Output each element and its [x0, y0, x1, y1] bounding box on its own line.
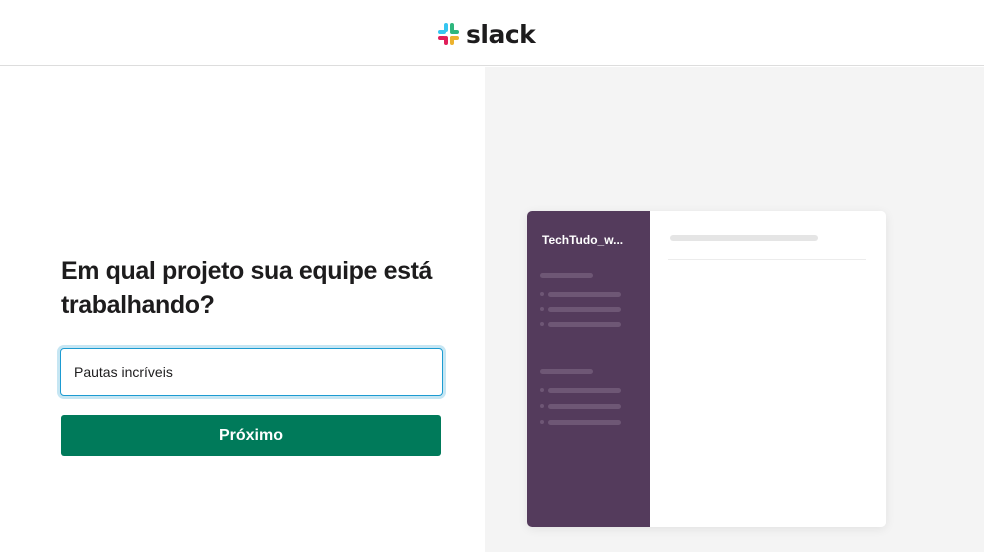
- sidebar-placeholder-item: [548, 307, 621, 312]
- sidebar-placeholder-dot: [540, 292, 544, 296]
- preview-main: [650, 211, 886, 527]
- sidebar-placeholder-dot: [540, 322, 544, 326]
- main-divider: [668, 259, 866, 260]
- top-bar: slack: [0, 0, 984, 66]
- sidebar-placeholder-item: [548, 404, 621, 409]
- logo-wordmark: slack: [466, 19, 536, 49]
- sidebar-placeholder-dot: [540, 420, 544, 424]
- sidebar-placeholder-dot: [540, 388, 544, 392]
- workspace-preview: TechTudo_w...: [527, 211, 886, 527]
- project-name-input[interactable]: [61, 349, 442, 395]
- slack-hash-icon: [438, 23, 459, 45]
- sidebar-placeholder-item: [548, 420, 621, 425]
- preview-sidebar: TechTudo_w...: [527, 211, 650, 527]
- next-button[interactable]: Próximo: [61, 415, 441, 456]
- slack-logo[interactable]: slack: [435, 19, 536, 49]
- main-placeholder-title: [670, 235, 818, 241]
- workspace-name: TechTudo_w...: [542, 233, 624, 247]
- sidebar-placeholder-header: [540, 273, 593, 278]
- sidebar-placeholder-item: [548, 388, 621, 393]
- page-title: Em qual projeto sua equipe está trabalha…: [61, 257, 433, 319]
- sidebar-placeholder-item: [548, 292, 621, 297]
- project-name-field[interactable]: [60, 348, 443, 396]
- sidebar-placeholder-dot: [540, 404, 544, 408]
- sidebar-placeholder-item: [548, 322, 621, 327]
- sidebar-placeholder-header: [540, 369, 593, 374]
- sidebar-placeholder-dot: [540, 307, 544, 311]
